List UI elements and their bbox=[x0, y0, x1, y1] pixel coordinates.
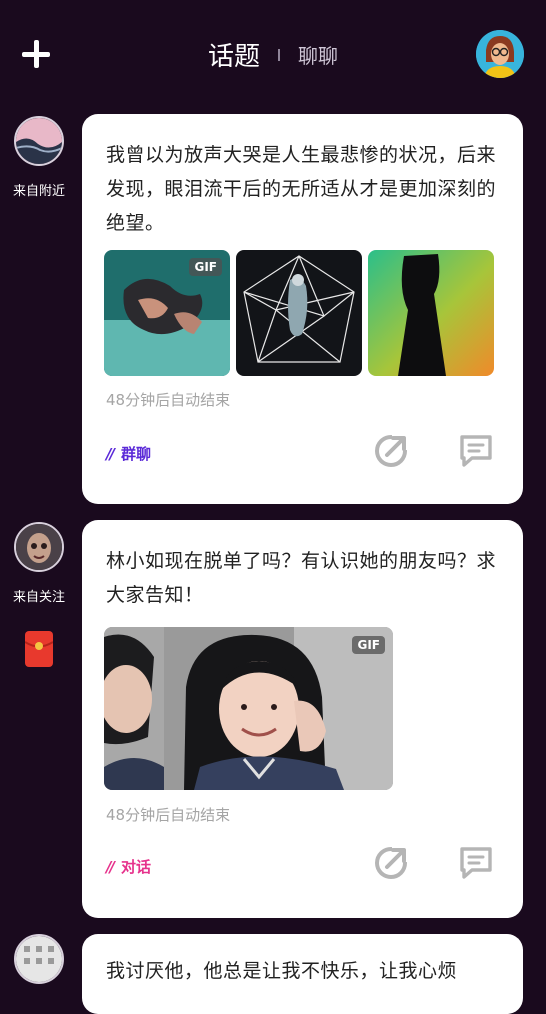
gif-badge: GIF bbox=[189, 258, 222, 276]
expire-text: 48分钟后自动结束 bbox=[106, 806, 231, 824]
dialog-tag[interactable]: // 对话 bbox=[106, 856, 151, 877]
source-label: 来自附近 bbox=[12, 184, 65, 199]
share-icon[interactable] bbox=[374, 844, 410, 880]
tab-divider bbox=[278, 48, 280, 61]
feed-item-3-side bbox=[8, 934, 70, 984]
media-thumbnail[interactable]: GIF bbox=[104, 250, 230, 376]
avatar[interactable] bbox=[14, 116, 64, 166]
avatar[interactable] bbox=[14, 522, 64, 572]
media-thumbnail[interactable] bbox=[236, 250, 362, 376]
comment-icon[interactable] bbox=[458, 844, 494, 880]
red-envelope-icon[interactable] bbox=[24, 631, 54, 667]
tab-topics[interactable]: 话题 bbox=[208, 36, 260, 73]
feed-item-1-side: 来自附近 bbox=[8, 116, 70, 199]
comment-icon[interactable] bbox=[458, 432, 494, 468]
my-avatar[interactable] bbox=[476, 30, 524, 78]
feed-card-2[interactable]: 林小如现在脱单了吗？有认识她的朋友吗？求大家告知！ GIF 48分钟后自动结束 … bbox=[82, 520, 523, 918]
header-tabs: 话题 聊聊 bbox=[0, 36, 546, 73]
expire-text: 48分钟后自动结束 bbox=[106, 391, 231, 409]
feed-card-1[interactable]: 我曾以为放声大哭是人生最悲惨的状况，后来发现，眼泪流干后的无所适从才是更加深刻的… bbox=[82, 114, 523, 504]
slash-icon: // bbox=[106, 445, 115, 463]
media-thumbnail[interactable]: GIF bbox=[104, 627, 393, 790]
source-label: 来自关注 bbox=[12, 590, 65, 605]
post-text: 林小如现在脱单了吗？有认识她的朋友吗？求大家告知！ bbox=[106, 550, 497, 606]
media-thumbnail[interactable] bbox=[368, 250, 494, 376]
post-text: 我讨厌他，他总是让我不快乐，让我心烦 bbox=[106, 960, 458, 982]
feed-card-3[interactable]: 我讨厌他，他总是让我不快乐，让我心烦 bbox=[82, 934, 523, 1014]
share-icon[interactable] bbox=[374, 432, 410, 468]
feed-item-2-side: 来自关注 bbox=[8, 522, 70, 667]
tag-label: 对话 bbox=[120, 858, 151, 876]
tab-chat[interactable]: 聊聊 bbox=[298, 40, 338, 69]
group-chat-tag[interactable]: // 群聊 bbox=[106, 443, 151, 464]
post-text: 我曾以为放声大哭是人生最悲惨的状况，后来发现，眼泪流干后的无所适从才是更加深刻的… bbox=[106, 144, 497, 234]
media-grid: GIF bbox=[104, 250, 496, 376]
avatar[interactable] bbox=[14, 934, 64, 984]
top-bar: 话题 聊聊 bbox=[0, 0, 546, 106]
tag-label: 群聊 bbox=[120, 445, 151, 463]
slash-icon: // bbox=[106, 858, 115, 876]
gif-badge: GIF bbox=[352, 636, 385, 654]
